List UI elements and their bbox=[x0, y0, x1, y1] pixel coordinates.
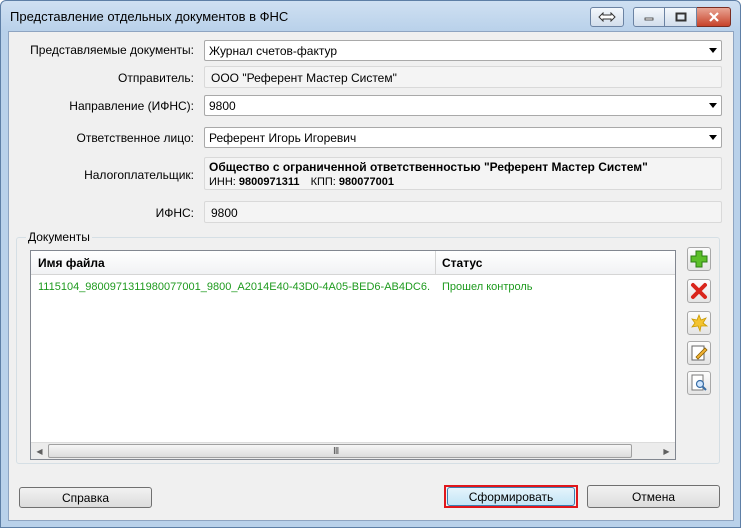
documents-table[interactable]: Имя файла Статус 1115104_980097131198007… bbox=[30, 250, 676, 460]
column-header-status[interactable]: Статус bbox=[442, 256, 482, 270]
responsible-label: Ответственное лицо: bbox=[76, 131, 194, 145]
chevron-down-icon bbox=[709, 48, 717, 53]
direction-select-value: 9800 bbox=[209, 99, 236, 113]
taxpayer-field: Общество с ограниченной ответственностью… bbox=[204, 157, 722, 190]
status-cell: Прошел контроль bbox=[442, 281, 533, 293]
close-button[interactable] bbox=[697, 7, 731, 27]
edit-icon bbox=[691, 345, 708, 361]
table-row[interactable]: 1115104_9800971311980077001_9800_A2014E4… bbox=[31, 276, 675, 298]
title-bar: Представление отдельных документов в ФНС bbox=[1, 1, 740, 31]
add-document-button[interactable] bbox=[687, 247, 711, 271]
kpp-value: 980077001 bbox=[338, 176, 394, 188]
cancel-button-label: Отмена bbox=[631, 489, 676, 504]
clear-icon bbox=[691, 314, 708, 332]
close-icon bbox=[708, 12, 719, 22]
cancel-button[interactable]: Отмена bbox=[587, 485, 720, 508]
help-button-label: Справка bbox=[61, 490, 110, 505]
direction-select[interactable]: 9800 bbox=[204, 95, 722, 116]
chevron-down-icon bbox=[709, 135, 717, 140]
scroll-left-icon[interactable]: ◀ bbox=[31, 443, 48, 459]
sender-field: ООО "Референт Мастер Систем" bbox=[204, 66, 722, 88]
help-button[interactable]: Справка bbox=[19, 487, 152, 508]
scrollbar-thumb[interactable]: III bbox=[48, 444, 632, 458]
inn-value: 9800971311 bbox=[238, 176, 300, 188]
ifns-field: 9800 bbox=[204, 201, 722, 223]
documents-label: Представляемые документы: bbox=[30, 43, 194, 57]
minimize-button[interactable] bbox=[633, 7, 665, 27]
scroll-right-icon[interactable]: ▶ bbox=[658, 443, 675, 459]
ifns-label: ИФНС: bbox=[155, 206, 194, 220]
swap-window-button[interactable] bbox=[590, 7, 624, 27]
scrollbar-grip: III bbox=[333, 446, 339, 457]
maximize-button[interactable] bbox=[665, 7, 697, 27]
generate-button-highlight bbox=[444, 485, 578, 508]
add-icon bbox=[690, 250, 708, 268]
filename-cell: 1115104_9800971311980077001_9800_A2014E4… bbox=[38, 281, 430, 293]
preview-document-button[interactable] bbox=[687, 371, 711, 395]
documents-group-label: Документы bbox=[26, 230, 92, 244]
responsible-select[interactable]: Референт Игорь Игоревич bbox=[204, 127, 722, 148]
table-header: Имя файла Статус bbox=[31, 251, 675, 275]
taxpayer-name: Общество с ограниченной ответственностью… bbox=[209, 160, 648, 174]
documents-select[interactable]: Журнал счетов-фактур bbox=[204, 40, 722, 61]
double-arrow-icon bbox=[598, 12, 616, 22]
kpp-label: КПП: bbox=[310, 176, 336, 188]
sender-value: ООО "Референт Мастер Систем" bbox=[211, 71, 397, 85]
delete-icon bbox=[691, 283, 707, 299]
column-header-filename[interactable]: Имя файла bbox=[38, 256, 105, 270]
delete-document-button[interactable] bbox=[687, 279, 711, 303]
inn-label: ИНН: bbox=[209, 176, 236, 188]
responsible-select-value: Референт Игорь Игоревич bbox=[209, 131, 357, 145]
preview-icon bbox=[691, 374, 707, 391]
maximize-icon bbox=[675, 12, 686, 22]
window-title: Представление отдельных документов в ФНС bbox=[10, 9, 289, 24]
documents-select-value: Журнал счетов-фактур bbox=[209, 44, 338, 58]
chevron-down-icon bbox=[709, 103, 717, 108]
sender-label: Отправитель: bbox=[118, 71, 194, 85]
ifns-value: 9800 bbox=[211, 206, 238, 220]
taxpayer-label: Налогоплательщик: bbox=[84, 168, 194, 182]
direction-label: Направление (ИФНС): bbox=[69, 99, 194, 113]
minimize-icon bbox=[644, 17, 654, 21]
edit-document-button[interactable] bbox=[687, 341, 711, 365]
column-divider[interactable] bbox=[435, 251, 436, 275]
horizontal-scrollbar[interactable]: ◀ III ▶ bbox=[31, 442, 675, 459]
taxpayer-ids: ИНН: 9800971311 КПП: 980077001 bbox=[209, 176, 394, 188]
clear-button[interactable] bbox=[687, 311, 711, 335]
